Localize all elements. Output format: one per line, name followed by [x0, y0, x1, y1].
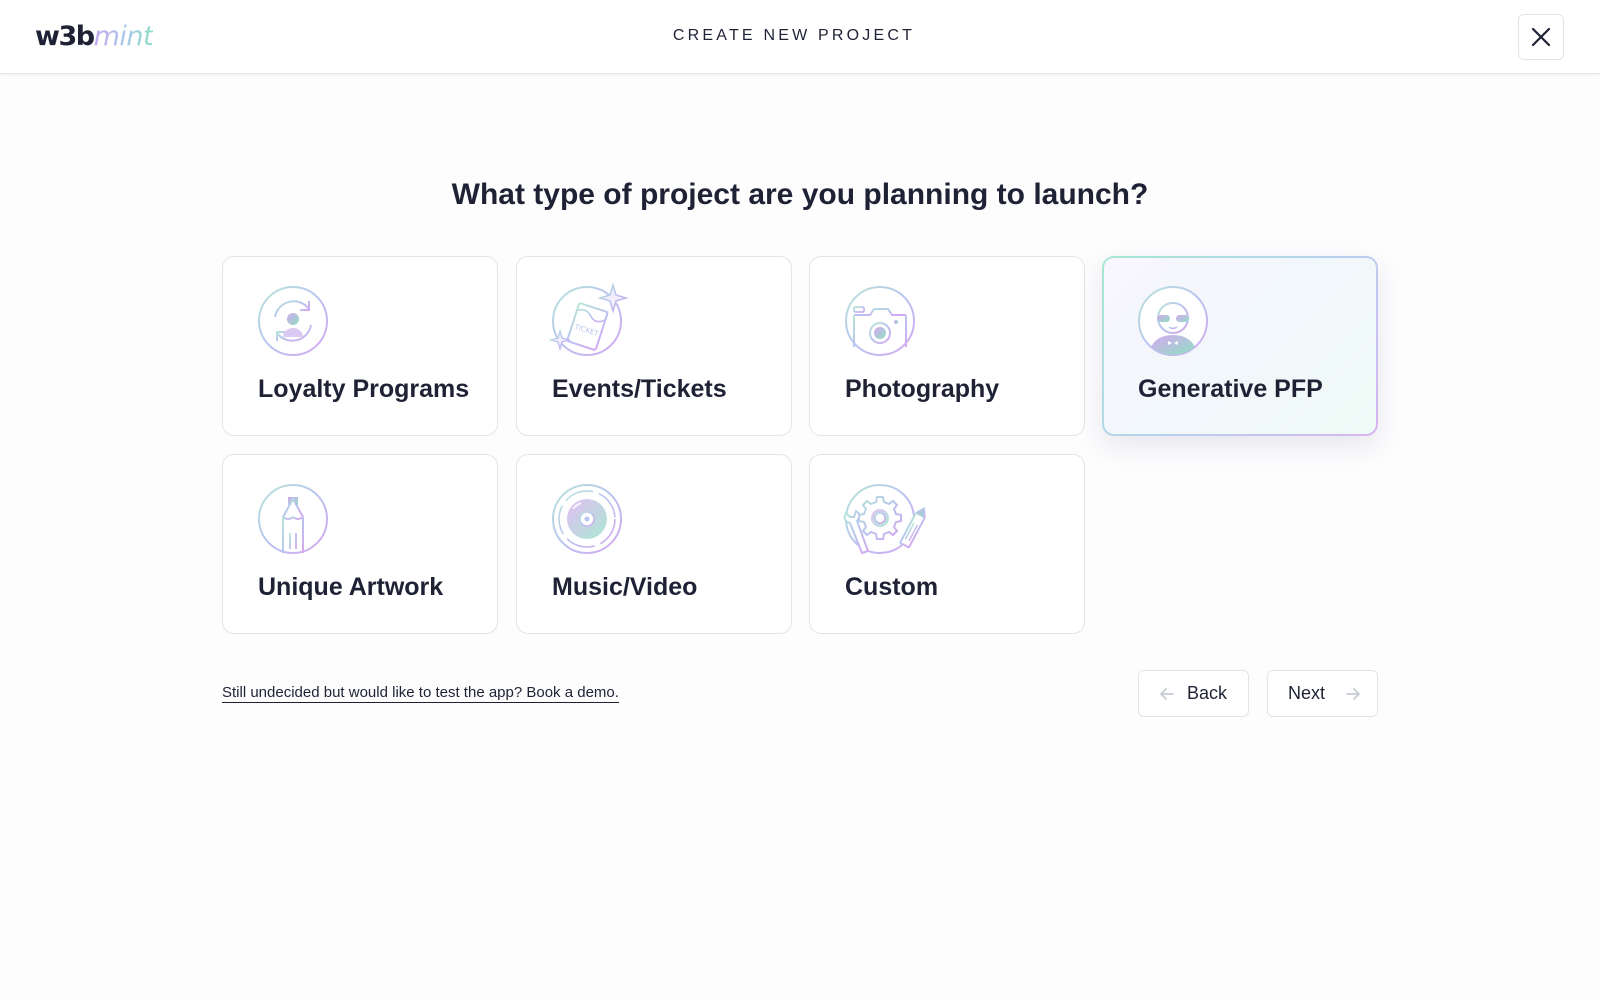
card-label: Photography — [845, 375, 1000, 403]
arrow-right-icon — [1346, 687, 1360, 700]
project-type-question: What type of project are you planning to… — [451, 178, 1149, 211]
camera-icon — [845, 286, 915, 356]
card-label: Generative PFP — [1138, 375, 1323, 403]
card-generative-pfp[interactable]: Generative PFP — [1102, 256, 1378, 436]
ticket-icon: TICKET — [548, 282, 629, 356]
card-label: Loyalty Programs — [258, 375, 470, 403]
next-button[interactable]: Next — [1267, 670, 1378, 717]
card-events-tickets[interactable]: TICKET Events/Tickets — [516, 256, 792, 436]
pencil-icon — [258, 484, 328, 554]
card-music-video[interactable]: Music/Video — [516, 454, 792, 634]
next-label: Next — [1288, 683, 1326, 703]
pfp-avatar-icon — [1138, 286, 1208, 356]
close-button[interactable] — [1518, 14, 1564, 60]
close-icon — [1531, 27, 1551, 47]
loyalty-icon — [258, 286, 328, 356]
top-bar: w3bmint CREATE NEW PROJECT — [0, 0, 1600, 74]
card-label: Music/Video — [552, 573, 698, 601]
card-loyalty-programs[interactable]: Loyalty Programs — [222, 256, 498, 436]
gear-tools-icon — [843, 484, 926, 555]
back-label: Back — [1187, 683, 1228, 703]
card-custom[interactable]: Custom — [809, 454, 1085, 634]
card-label: Unique Artwork — [258, 573, 444, 601]
page-title: CREATE NEW PROJECT — [672, 27, 916, 44]
card-photography[interactable]: Photography — [809, 256, 1085, 436]
arrow-left-icon — [1160, 687, 1174, 700]
disc-icon — [552, 484, 622, 554]
card-label: Custom — [845, 573, 939, 601]
card-label: Events/Tickets — [552, 375, 727, 403]
back-button[interactable]: Back — [1138, 670, 1249, 717]
book-demo-link[interactable]: Still undecided but would like to test t… — [222, 684, 619, 703]
card-unique-artwork[interactable]: Unique Artwork — [222, 454, 498, 634]
